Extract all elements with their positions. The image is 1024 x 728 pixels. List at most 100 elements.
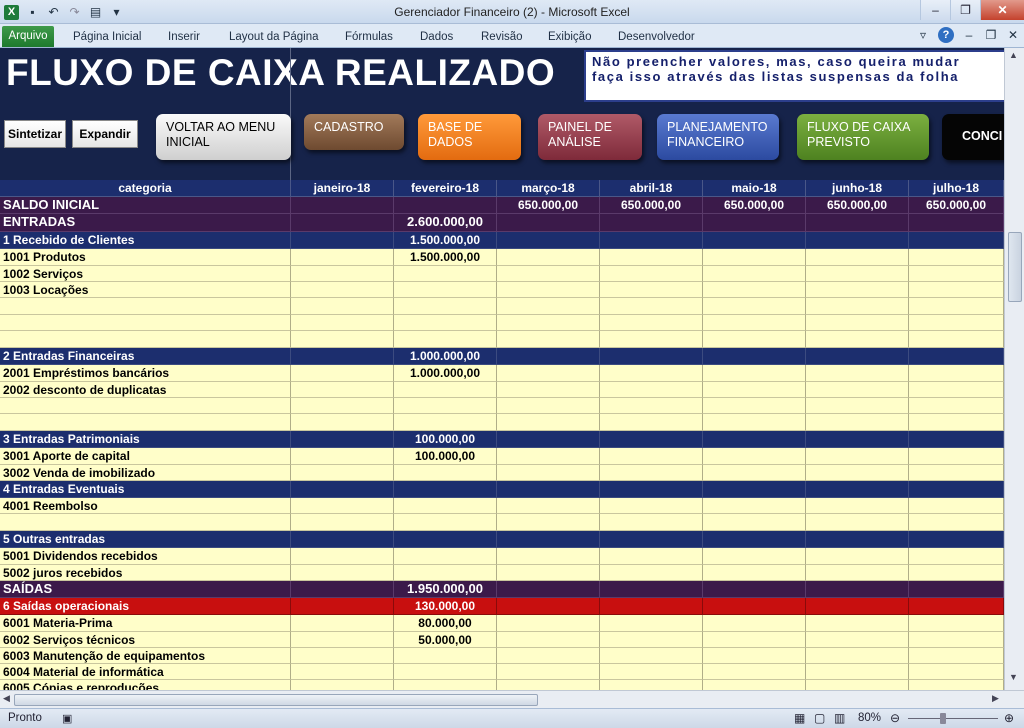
help-icon[interactable]: ?	[938, 27, 954, 43]
value-cell[interactable]	[291, 414, 394, 431]
value-cell[interactable]	[703, 581, 806, 598]
value-cell[interactable]	[909, 414, 1004, 431]
value-cell[interactable]	[806, 249, 909, 266]
value-cell[interactable]	[909, 465, 1004, 481]
value-cell[interactable]	[291, 531, 394, 548]
value-cell[interactable]	[291, 382, 394, 398]
value-cell[interactable]	[600, 531, 703, 548]
value-cell[interactable]	[909, 331, 1004, 348]
category-cell[interactable]: SAÍDAS	[0, 581, 291, 598]
value-cell[interactable]	[291, 598, 394, 615]
conciliacao-button[interactable]: CONCI	[942, 114, 1004, 160]
value-cell[interactable]	[703, 514, 806, 531]
value-cell[interactable]	[497, 498, 600, 514]
value-cell[interactable]	[291, 664, 394, 680]
category-cell[interactable]: 1003 Locações	[0, 282, 291, 298]
value-cell[interactable]	[703, 315, 806, 331]
value-cell[interactable]	[394, 481, 497, 498]
page-layout-view-icon[interactable]: ▢	[814, 711, 825, 725]
category-cell[interactable]: 5 Outras entradas	[0, 531, 291, 548]
value-cell[interactable]	[394, 315, 497, 331]
zoom-slider-thumb[interactable]	[940, 713, 946, 724]
base-de-dados-button[interactable]: BASE DE DADOS	[418, 114, 521, 160]
cadastro-button[interactable]: CADASTRO	[304, 114, 404, 150]
tab-layout[interactable]: Layout da Página	[229, 27, 319, 47]
value-cell[interactable]	[703, 232, 806, 249]
spreadsheet-grid[interactable]: FLUXO DE CAIXA REALIZADO Não preencher v…	[0, 48, 1004, 690]
value-cell[interactable]	[703, 214, 806, 232]
category-cell[interactable]: 3001 Aporte de capital	[0, 448, 291, 465]
value-cell[interactable]	[497, 431, 600, 448]
value-cell[interactable]	[600, 514, 703, 531]
expandir-button[interactable]: Expandir	[72, 120, 138, 148]
value-cell[interactable]	[497, 315, 600, 331]
value-cell[interactable]	[806, 581, 909, 598]
value-cell[interactable]	[497, 531, 600, 548]
value-cell[interactable]	[394, 531, 497, 548]
value-cell[interactable]	[909, 382, 1004, 398]
value-cell[interactable]	[291, 431, 394, 448]
category-cell[interactable]	[0, 398, 291, 414]
value-cell[interactable]	[600, 298, 703, 315]
tab-inserir[interactable]: Inserir	[168, 27, 200, 47]
value-cell[interactable]	[909, 214, 1004, 232]
value-cell[interactable]	[394, 548, 497, 565]
horizontal-scroll-thumb[interactable]	[14, 694, 538, 706]
value-cell[interactable]	[394, 680, 497, 690]
value-cell[interactable]	[909, 680, 1004, 690]
value-cell[interactable]	[291, 266, 394, 282]
value-cell[interactable]	[806, 266, 909, 282]
redo-icon[interactable]: ↷	[67, 5, 82, 20]
value-cell[interactable]	[600, 615, 703, 632]
value-cell[interactable]	[394, 298, 497, 315]
value-cell[interactable]	[806, 498, 909, 514]
category-cell[interactable]: 4 Entradas Eventuais	[0, 481, 291, 498]
value-cell[interactable]	[497, 348, 600, 365]
value-cell[interactable]	[806, 664, 909, 680]
category-cell[interactable]: 1 Recebido de Clientes	[0, 232, 291, 249]
value-cell[interactable]	[394, 414, 497, 431]
value-cell[interactable]	[291, 581, 394, 598]
value-cell[interactable]	[806, 232, 909, 249]
value-cell[interactable]	[909, 648, 1004, 664]
value-cell[interactable]: 1.500.000,00	[394, 232, 497, 249]
value-cell[interactable]	[291, 214, 394, 232]
value-cell[interactable]	[703, 481, 806, 498]
value-cell[interactable]	[291, 514, 394, 531]
value-cell[interactable]	[703, 548, 806, 565]
value-cell[interactable]: 80.000,00	[394, 615, 497, 632]
value-cell[interactable]	[600, 664, 703, 680]
value-cell[interactable]	[497, 680, 600, 690]
save-icon[interactable]: ▪	[25, 5, 40, 20]
value-cell[interactable]	[291, 282, 394, 298]
value-cell[interactable]	[806, 315, 909, 331]
category-cell[interactable]: 5001 Dividendos recebidos	[0, 548, 291, 565]
value-cell[interactable]: 50.000,00	[394, 632, 497, 648]
category-cell[interactable]	[0, 414, 291, 431]
value-cell[interactable]	[806, 481, 909, 498]
value-cell[interactable]	[497, 598, 600, 615]
value-cell[interactable]	[394, 565, 497, 581]
value-cell[interactable]	[600, 598, 703, 615]
zoom-level[interactable]: 80%	[858, 712, 881, 724]
value-cell[interactable]: 100.000,00	[394, 448, 497, 465]
value-cell[interactable]	[806, 448, 909, 465]
restore-icon[interactable]: ❐	[950, 0, 980, 20]
value-cell[interactable]	[909, 315, 1004, 331]
value-cell[interactable]	[909, 481, 1004, 498]
category-cell[interactable]: 2 Entradas Financeiras	[0, 348, 291, 365]
category-cell[interactable]: 5002 juros recebidos	[0, 565, 291, 581]
value-cell[interactable]	[394, 331, 497, 348]
value-cell[interactable]	[497, 465, 600, 481]
value-cell[interactable]	[806, 298, 909, 315]
value-cell[interactable]	[703, 414, 806, 431]
sintetizar-button[interactable]: Sintetizar	[4, 120, 66, 148]
scroll-left-icon[interactable]: ◀	[3, 693, 10, 704]
value-cell[interactable]	[703, 465, 806, 481]
value-cell[interactable]	[394, 382, 497, 398]
value-cell[interactable]: 1.000.000,00	[394, 365, 497, 382]
value-cell[interactable]	[600, 382, 703, 398]
value-cell[interactable]	[600, 414, 703, 431]
value-cell[interactable]	[291, 315, 394, 331]
tab-arquivo[interactable]: Arquivo	[2, 26, 54, 47]
